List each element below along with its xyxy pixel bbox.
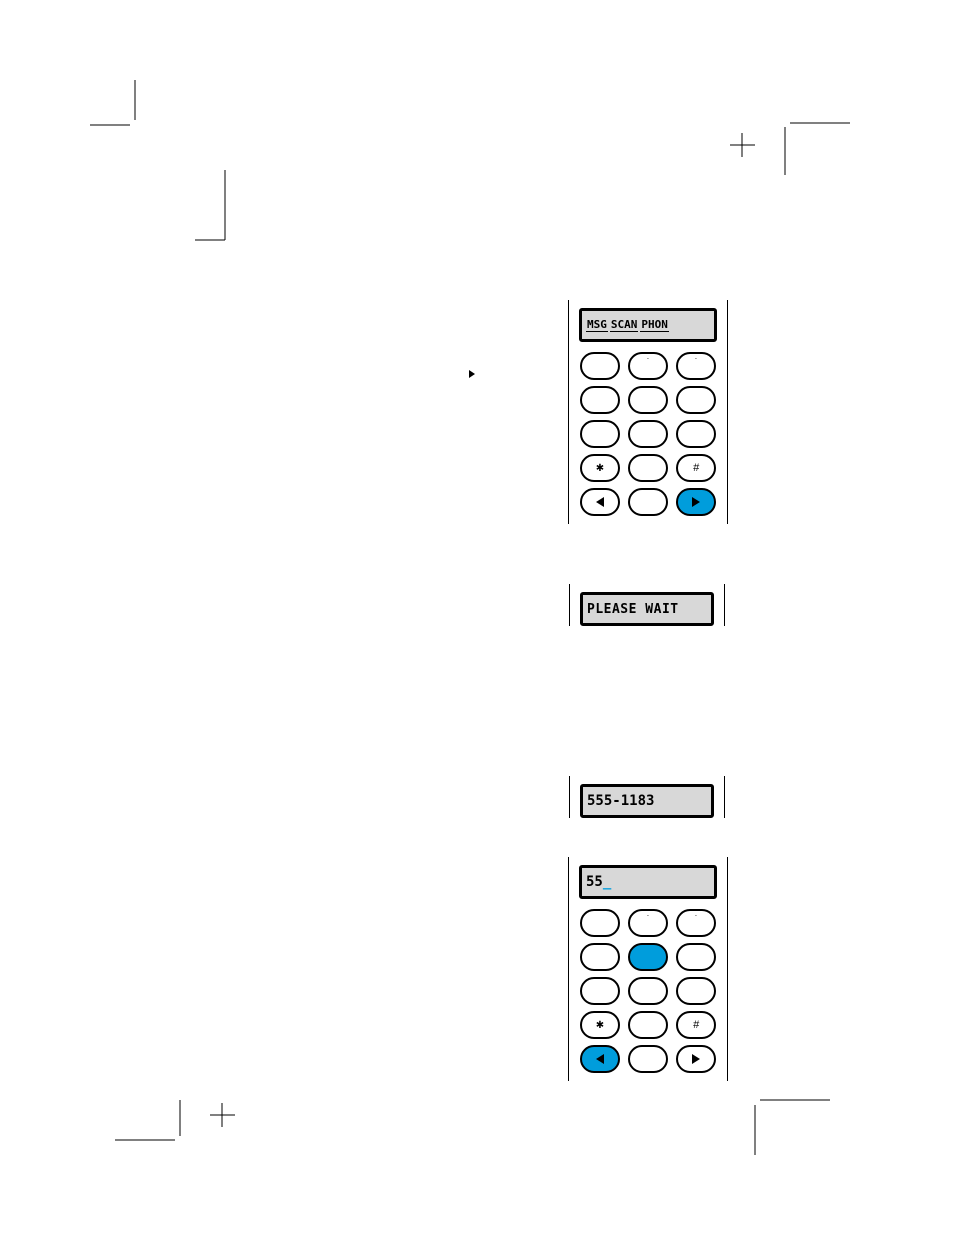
key-4[interactable] [580,943,620,971]
lcd-display-number: 555-1183 [580,784,714,818]
key-5[interactable] [628,386,668,414]
lcd-panel-number: 555-1183 [569,776,725,818]
key-4[interactable] [580,386,620,414]
lcd-display-modes: MSG SCAN PHON [579,308,717,342]
key-0[interactable] [628,1011,668,1039]
key-0[interactable] [628,454,668,482]
lcd-wait-text: PLEASE WAIT [587,602,679,617]
device-panel-bottom: 55_ ✱ # [568,857,728,1081]
key-right-highlighted[interactable] [676,488,716,516]
key-2[interactable] [628,352,668,380]
key-star[interactable]: ✱ [580,1011,620,1039]
key-right[interactable] [676,1045,716,1073]
key-8[interactable] [628,977,668,1005]
lcd-display-wait: PLEASE WAIT [580,592,714,626]
lcd-cursor: _ [603,874,611,890]
key-left-highlighted[interactable] [580,1045,620,1073]
key-menu[interactable] [628,488,668,516]
key-9[interactable] [676,420,716,448]
lcd-number-text: 555-1183 [587,793,654,809]
lcd-mode-msg: MSG [586,318,608,332]
key-6[interactable] [676,386,716,414]
keypad-bottom: ✱ # [579,909,717,1073]
key-6[interactable] [676,943,716,971]
key-star[interactable]: ✱ [580,454,620,482]
key-3[interactable] [676,352,716,380]
key-menu[interactable] [628,1045,668,1073]
device-panel-top: MSG SCAN PHON ✱ # [568,300,728,524]
key-8[interactable] [628,420,668,448]
lcd-panel-wait: PLEASE WAIT [569,584,725,626]
arrow-right-icon [692,497,700,507]
keypad-top: ✱ # [579,352,717,516]
lcd-display-partial: 55_ [579,865,717,899]
key-9[interactable] [676,977,716,1005]
key-3[interactable] [676,909,716,937]
key-hash[interactable]: # [676,1011,716,1039]
lcd-partial-text: 55 [586,874,603,890]
lcd-mode-scan: SCAN [610,318,639,332]
pointer-marker [469,370,475,378]
key-7[interactable] [580,977,620,1005]
key-1[interactable] [580,352,620,380]
key-left[interactable] [580,488,620,516]
key-hash[interactable]: # [676,454,716,482]
lcd-mode-phon: PHON [640,318,669,332]
key-7[interactable] [580,420,620,448]
arrow-left-icon [596,497,604,507]
key-5-highlighted[interactable] [628,943,668,971]
key-2[interactable] [628,909,668,937]
key-1[interactable] [580,909,620,937]
arrow-right-icon [692,1054,700,1064]
arrow-left-icon [596,1054,604,1064]
